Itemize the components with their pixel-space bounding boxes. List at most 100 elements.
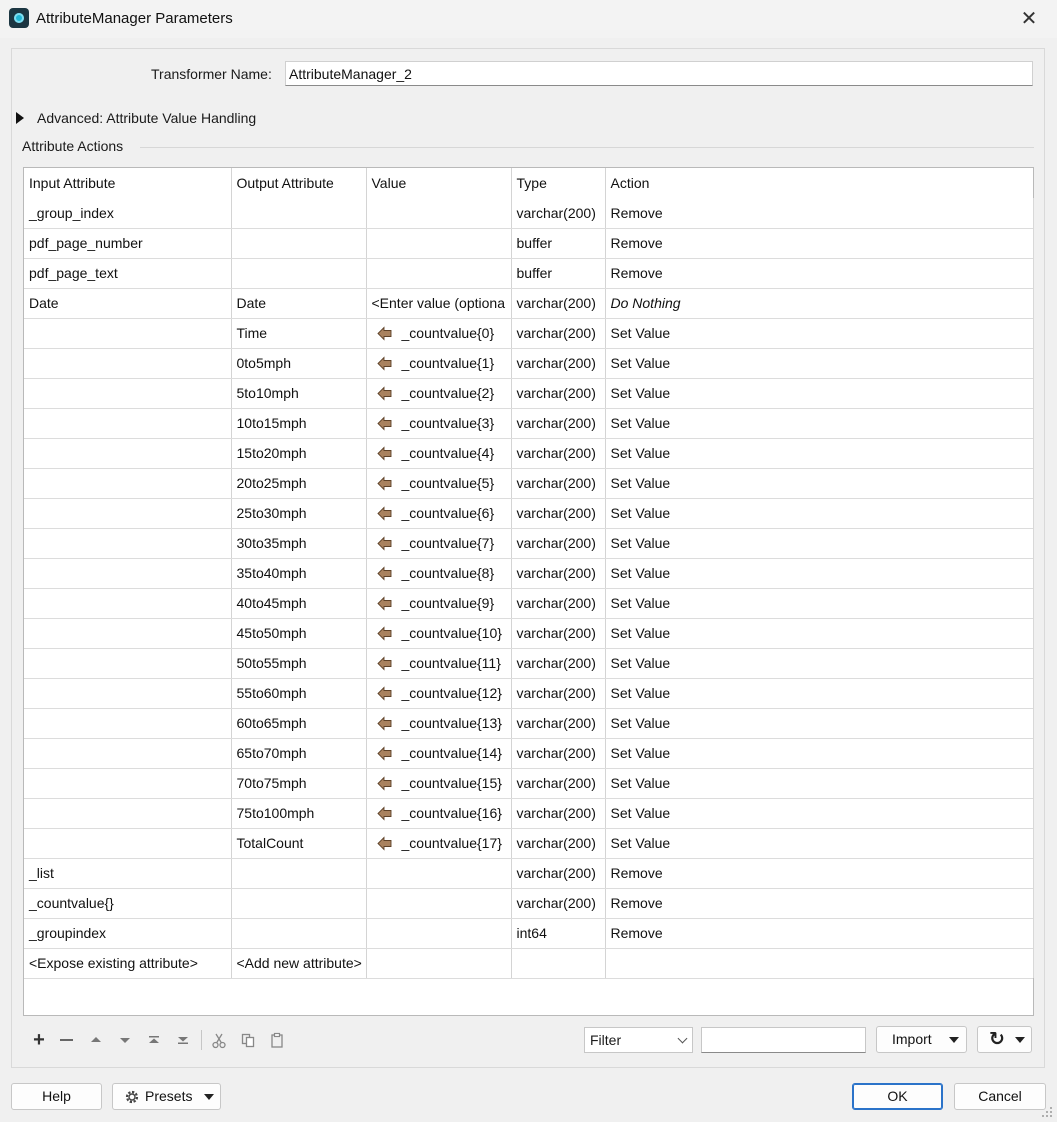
value-cell[interactable]: _countvalue{17} — [366, 828, 512, 859]
output-attribute-cell[interactable]: TotalCount — [231, 828, 367, 859]
output-attribute-cell[interactable]: 65to70mph — [231, 738, 367, 769]
value-cell[interactable]: _countvalue{13} — [366, 708, 512, 739]
type-cell[interactable]: varchar(200) — [511, 708, 606, 739]
value-cell[interactable]: _countvalue{16} — [366, 798, 512, 829]
copy-button[interactable] — [237, 1028, 259, 1052]
table-row[interactable]: 30to35mph _countvalue{7} varchar(200) Set V… — [24, 528, 1033, 559]
table-row[interactable]: 15to20mph _countvalue{4} varchar(200) Set V… — [24, 438, 1033, 469]
output-attribute-cell[interactable]: 35to40mph — [231, 558, 367, 589]
table-row[interactable]: <Expose existing attribute> <Add new attr… — [24, 948, 1033, 979]
output-attribute-cell[interactable]: Time — [231, 318, 367, 349]
refresh-button[interactable]: ↻ — [977, 1026, 1032, 1053]
value-cell[interactable]: _countvalue{8} — [366, 558, 512, 589]
output-attribute-cell[interactable] — [231, 918, 367, 949]
action-cell[interactable]: Remove — [605, 888, 1033, 919]
action-cell[interactable]: Set Value — [605, 798, 1033, 829]
output-attribute-cell[interactable]: 60to65mph — [231, 708, 367, 739]
column-header-output-attribute[interactable]: Output Attribute — [231, 168, 367, 198]
type-cell[interactable]: varchar(200) — [511, 588, 606, 619]
type-cell[interactable]: varchar(200) — [511, 798, 606, 829]
value-cell[interactable]: _countvalue{0} — [366, 318, 512, 349]
column-header-value[interactable]: Value — [366, 168, 512, 198]
output-attribute-cell[interactable]: 40to45mph — [231, 588, 367, 619]
move-up-button[interactable] — [85, 1028, 107, 1052]
input-attribute-cell[interactable] — [24, 618, 232, 649]
table-row[interactable]: pdf_page_number buffer Remove — [24, 228, 1033, 259]
type-cell[interactable]: varchar(200) — [511, 408, 606, 439]
table-row[interactable]: 60to65mph _countvalue{13} varchar(200) Set … — [24, 708, 1033, 739]
type-cell[interactable]: varchar(200) — [511, 648, 606, 679]
type-cell[interactable]: varchar(200) — [511, 678, 606, 709]
add-new-attribute-cell[interactable]: <Add new attribute> — [231, 948, 367, 979]
move-top-button[interactable] — [143, 1028, 165, 1052]
import-button[interactable]: Import — [876, 1026, 967, 1053]
table-row[interactable]: _group_index varchar(200) Remove — [24, 198, 1033, 229]
type-cell[interactable]: buffer — [511, 258, 606, 289]
move-bottom-button[interactable] — [172, 1028, 194, 1052]
output-attribute-cell[interactable]: 50to55mph — [231, 648, 367, 679]
value-cell[interactable]: _countvalue{15} — [366, 768, 512, 799]
presets-button[interactable]: Presets — [112, 1083, 221, 1110]
input-attribute-cell[interactable]: pdf_page_number — [24, 228, 232, 259]
cut-button[interactable] — [208, 1028, 230, 1052]
type-cell[interactable]: varchar(200) — [511, 318, 606, 349]
table-row[interactable]: 45to50mph _countvalue{10} varchar(200) Set … — [24, 618, 1033, 649]
table-row[interactable]: 55to60mph _countvalue{12} varchar(200) Set … — [24, 678, 1033, 709]
table-row[interactable]: 65to70mph _countvalue{14} varchar(200) Set … — [24, 738, 1033, 769]
type-cell[interactable]: varchar(200) — [511, 348, 606, 379]
type-cell[interactable]: varchar(200) — [511, 468, 606, 499]
input-attribute-cell[interactable] — [24, 468, 232, 499]
type-cell[interactable]: varchar(200) — [511, 738, 606, 769]
help-button[interactable]: Help — [11, 1083, 102, 1110]
input-attribute-cell[interactable] — [24, 528, 232, 559]
input-attribute-cell[interactable] — [24, 678, 232, 709]
action-cell[interactable] — [605, 948, 1033, 979]
type-cell[interactable]: varchar(200) — [511, 498, 606, 529]
action-cell[interactable]: Set Value — [605, 318, 1033, 349]
type-cell[interactable]: varchar(200) — [511, 198, 606, 229]
action-cell[interactable]: Remove — [605, 198, 1033, 229]
input-attribute-cell[interactable] — [24, 768, 232, 799]
table-row[interactable]: 20to25mph _countvalue{5} varchar(200) Set V… — [24, 468, 1033, 499]
value-cell[interactable] — [366, 228, 512, 259]
value-cell[interactable] — [366, 918, 512, 949]
cancel-button[interactable]: Cancel — [954, 1083, 1046, 1110]
output-attribute-cell[interactable]: 10to15mph — [231, 408, 367, 439]
input-attribute-cell[interactable] — [24, 498, 232, 529]
type-cell[interactable]: varchar(200) — [511, 438, 606, 469]
action-cell[interactable]: Set Value — [605, 528, 1033, 559]
type-cell[interactable]: varchar(200) — [511, 888, 606, 919]
action-cell[interactable]: Set Value — [605, 828, 1033, 859]
action-cell[interactable]: Set Value — [605, 378, 1033, 409]
input-attribute-cell[interactable] — [24, 318, 232, 349]
table-row[interactable]: _countvalue{} varchar(200) Remove — [24, 888, 1033, 919]
input-attribute-cell[interactable] — [24, 588, 232, 619]
type-cell[interactable]: varchar(200) — [511, 558, 606, 589]
input-attribute-cell[interactable]: _list — [24, 858, 232, 889]
table-scrollbar[interactable] — [1033, 198, 1034, 978]
value-cell[interactable]: <Enter value (optiona — [366, 288, 512, 319]
value-cell[interactable]: _countvalue{5} — [366, 468, 512, 499]
table-row[interactable]: Time _countvalue{0} varchar(200) Set Value — [24, 318, 1033, 349]
input-attribute-cell[interactable] — [24, 378, 232, 409]
input-attribute-cell[interactable] — [24, 708, 232, 739]
output-attribute-cell[interactable]: Date — [231, 288, 367, 319]
value-cell[interactable] — [366, 858, 512, 889]
close-button[interactable]: ✕ — [1009, 4, 1049, 34]
column-header-type[interactable]: Type — [511, 168, 606, 198]
value-cell[interactable]: _countvalue{2} — [366, 378, 512, 409]
value-cell[interactable]: _countvalue{1} — [366, 348, 512, 379]
input-attribute-cell[interactable]: _group_index — [24, 198, 232, 229]
output-attribute-cell[interactable] — [231, 258, 367, 289]
action-cell[interactable]: Set Value — [605, 588, 1033, 619]
input-attribute-cell[interactable] — [24, 828, 232, 859]
type-cell[interactable]: varchar(200) — [511, 858, 606, 889]
type-cell[interactable] — [511, 948, 606, 979]
input-attribute-cell[interactable] — [24, 648, 232, 679]
action-cell[interactable]: Set Value — [605, 498, 1033, 529]
resize-grip-icon[interactable] — [1041, 1106, 1053, 1118]
value-cell[interactable] — [366, 948, 512, 979]
type-cell[interactable]: varchar(200) — [511, 288, 606, 319]
output-attribute-cell[interactable]: 20to25mph — [231, 468, 367, 499]
paste-button[interactable] — [266, 1028, 288, 1052]
